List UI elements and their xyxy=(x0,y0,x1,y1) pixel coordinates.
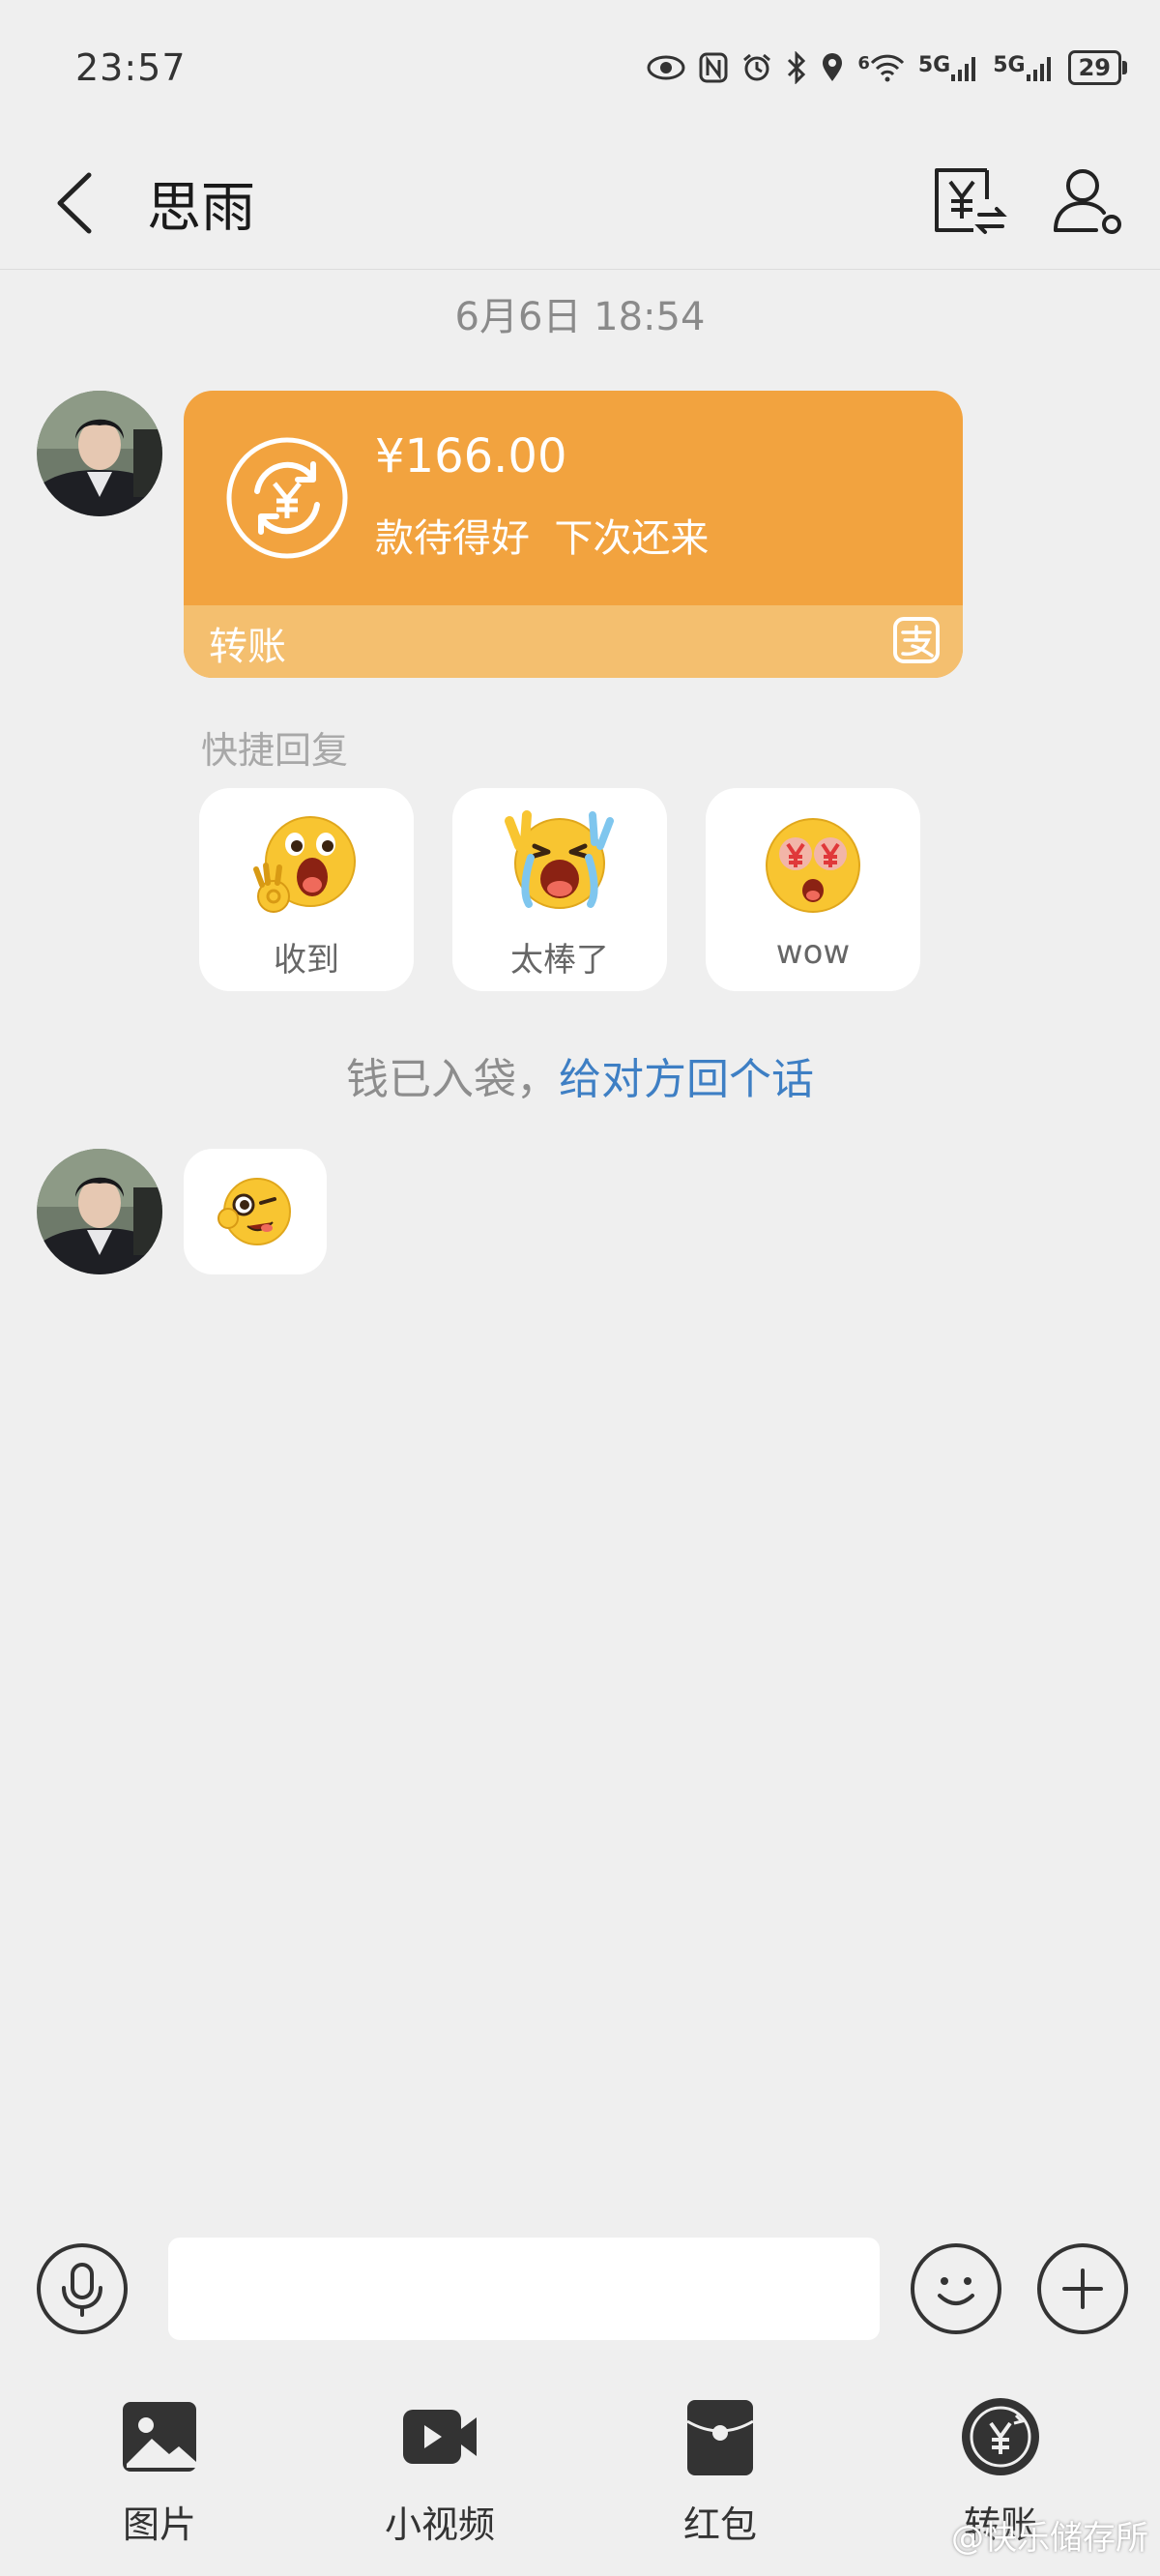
quick-reply-received[interactable]: 收到 xyxy=(199,788,414,991)
crying-cheer-emoji-icon xyxy=(502,807,618,923)
quick-reply-label: 收到 xyxy=(274,941,339,980)
contact-profile-button[interactable] xyxy=(1044,157,1131,244)
back-button[interactable] xyxy=(48,160,106,247)
red-packet-icon xyxy=(680,2396,761,2477)
more-actions-button[interactable] xyxy=(1037,2243,1128,2334)
money-eyes-emoji-icon xyxy=(755,807,871,923)
quick-reply-label: 太棒了 xyxy=(510,941,609,980)
message-text-input[interactable] xyxy=(168,2238,880,2340)
reply-link[interactable]: 给对方回个话 xyxy=(559,1055,814,1104)
eye-icon xyxy=(647,55,685,80)
toolbar-item-red-packet[interactable]: 红包 xyxy=(624,2388,817,2546)
voice-input-button[interactable] xyxy=(37,2243,128,2334)
quick-reply-wow[interactable]: wow xyxy=(706,788,920,991)
transfer-records-button[interactable] xyxy=(923,157,1010,244)
quick-reply-label: wow xyxy=(775,933,851,972)
emoji-button[interactable] xyxy=(911,2243,1001,2334)
nfc-icon xyxy=(699,52,728,83)
wink-emoji-icon xyxy=(218,1178,291,1245)
toolbar-label: 红包 xyxy=(682,2503,757,2546)
emoji-message-bubble[interactable] xyxy=(184,1149,327,1274)
alarm-icon xyxy=(741,52,772,83)
status-icons: 6 5G 5G 29 xyxy=(647,50,1128,85)
transfer-card-body: ¥166.00 款待得好 下次还来 xyxy=(184,391,963,605)
yuan-bill-icon xyxy=(935,168,1007,234)
chat-header: 思雨 xyxy=(0,135,1160,270)
notice-text: 钱已入袋， xyxy=(346,1055,559,1104)
toolbar-item-image[interactable]: 图片 xyxy=(63,2388,256,2546)
message-input-bar xyxy=(0,2224,1160,2369)
system-notice: 钱已入袋，给对方回个话 xyxy=(0,1044,1160,1106)
transfer-message-card[interactable]: ¥166.00 款待得好 下次还来 转账 xyxy=(184,391,963,678)
transfer-icon xyxy=(960,2396,1041,2477)
contact-avatar[interactable] xyxy=(37,391,162,516)
transfer-icon xyxy=(224,435,350,561)
toolbar-item-video[interactable]: 小视频 xyxy=(343,2388,536,2546)
video-icon xyxy=(399,2396,480,2477)
quick-reply-title: 快捷回复 xyxy=(201,729,349,772)
cell-signal-2-icon: 5G xyxy=(993,53,1054,82)
page-title: 思雨 xyxy=(147,177,255,240)
watermark: @快乐储存所 xyxy=(951,2519,1148,2558)
bluetooth-icon xyxy=(786,51,807,84)
transfer-amount: ¥166.00 xyxy=(375,429,567,483)
microphone-icon xyxy=(62,2263,102,2317)
transfer-card-footer: 转账 xyxy=(184,605,963,678)
image-icon xyxy=(119,2396,200,2477)
chevron-left-icon xyxy=(57,172,92,234)
quick-reply-great[interactable]: 太棒了 xyxy=(452,788,667,991)
wifi-icon: 6 xyxy=(857,53,905,82)
contact-avatar[interactable] xyxy=(37,1149,162,1274)
battery-indicator: 29 xyxy=(1067,50,1128,85)
message-timestamp: 6月6日 18:54 xyxy=(454,295,706,339)
transfer-label: 转账 xyxy=(209,625,286,669)
status-bar: 23:57 6 5G 5G 29 xyxy=(0,0,1160,135)
location-icon xyxy=(821,52,844,83)
toolbar-label: 小视频 xyxy=(384,2503,495,2546)
transfer-note: 款待得好 下次还来 xyxy=(375,516,710,561)
alipay-icon xyxy=(893,617,940,663)
ok-hand-emoji-icon xyxy=(248,807,364,923)
toolbar-label: 图片 xyxy=(122,2503,196,2546)
plus-icon xyxy=(1062,2269,1103,2309)
person-icon xyxy=(1054,169,1121,234)
cell-signal-1-icon: 5G xyxy=(918,53,979,82)
status-time: 23:57 xyxy=(75,46,187,89)
smiley-icon xyxy=(938,2277,974,2305)
